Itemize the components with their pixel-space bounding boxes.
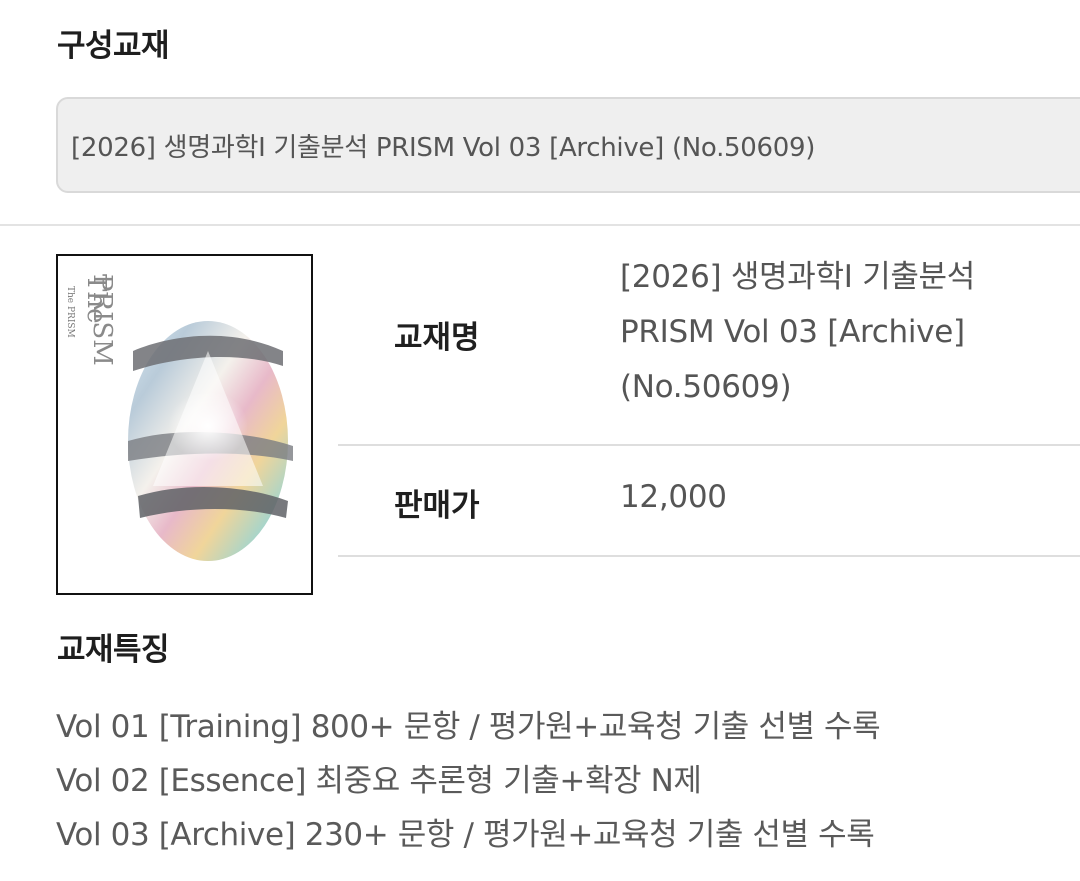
composition-select[interactable]: [2026] 생명과학I 기출분석 PRISM Vol 03 [Archive]… [56, 97, 1080, 193]
book-cover-image[interactable]: The PRISM The PRISM [56, 254, 313, 595]
features-section-title: 교재특징 [57, 632, 170, 668]
product-detail-page: 구성교재 [2026] 생명과학I 기출분석 PRISM Vol 03 [Arc… [0, 0, 1080, 881]
features-list: Vol 01 [Training] 800+ 문항 / 평가원+교육청 기출 선… [56, 700, 1066, 862]
composition-section-title: 구성교재 [57, 28, 170, 64]
book-name-label: 교재명 [394, 320, 480, 356]
price-row: 판매가 12,000 [338, 446, 1080, 556]
composition-select-value: [2026] 생명과학I 기출분석 PRISM Vol 03 [Archive]… [71, 132, 816, 163]
row-divider [338, 555, 1080, 557]
price-value: 12,000 [620, 479, 727, 515]
feature-item: Vol 01 [Training] 800+ 문항 / 평가원+교육청 기출 선… [56, 709, 881, 745]
book-name-line-3: (No.50609) [620, 369, 792, 405]
cover-small-text: The PRISM [65, 286, 75, 338]
book-name-value: [2026] 생명과학I 기출분석 PRISM Vol 03 [Archive]… [620, 250, 1060, 415]
price-label: 판매가 [394, 488, 480, 524]
feature-item: Vol 03 [Archive] 230+ 문항 / 평가원+교육청 기출 선별… [56, 817, 875, 853]
feature-item: Vol 02 [Essence] 최중요 추론형 기출+확장 N제 [56, 763, 702, 799]
section-divider [0, 224, 1080, 226]
book-name-line-1: [2026] 생명과학I 기출분석 [620, 259, 975, 295]
book-name-row: 교재명 [2026] 생명과학I 기출분석 PRISM Vol 03 [Arch… [338, 250, 1080, 444]
book-name-line-2: PRISM Vol 03 [Archive] [620, 314, 965, 350]
cover-title-text-2: PRISM [87, 274, 117, 366]
